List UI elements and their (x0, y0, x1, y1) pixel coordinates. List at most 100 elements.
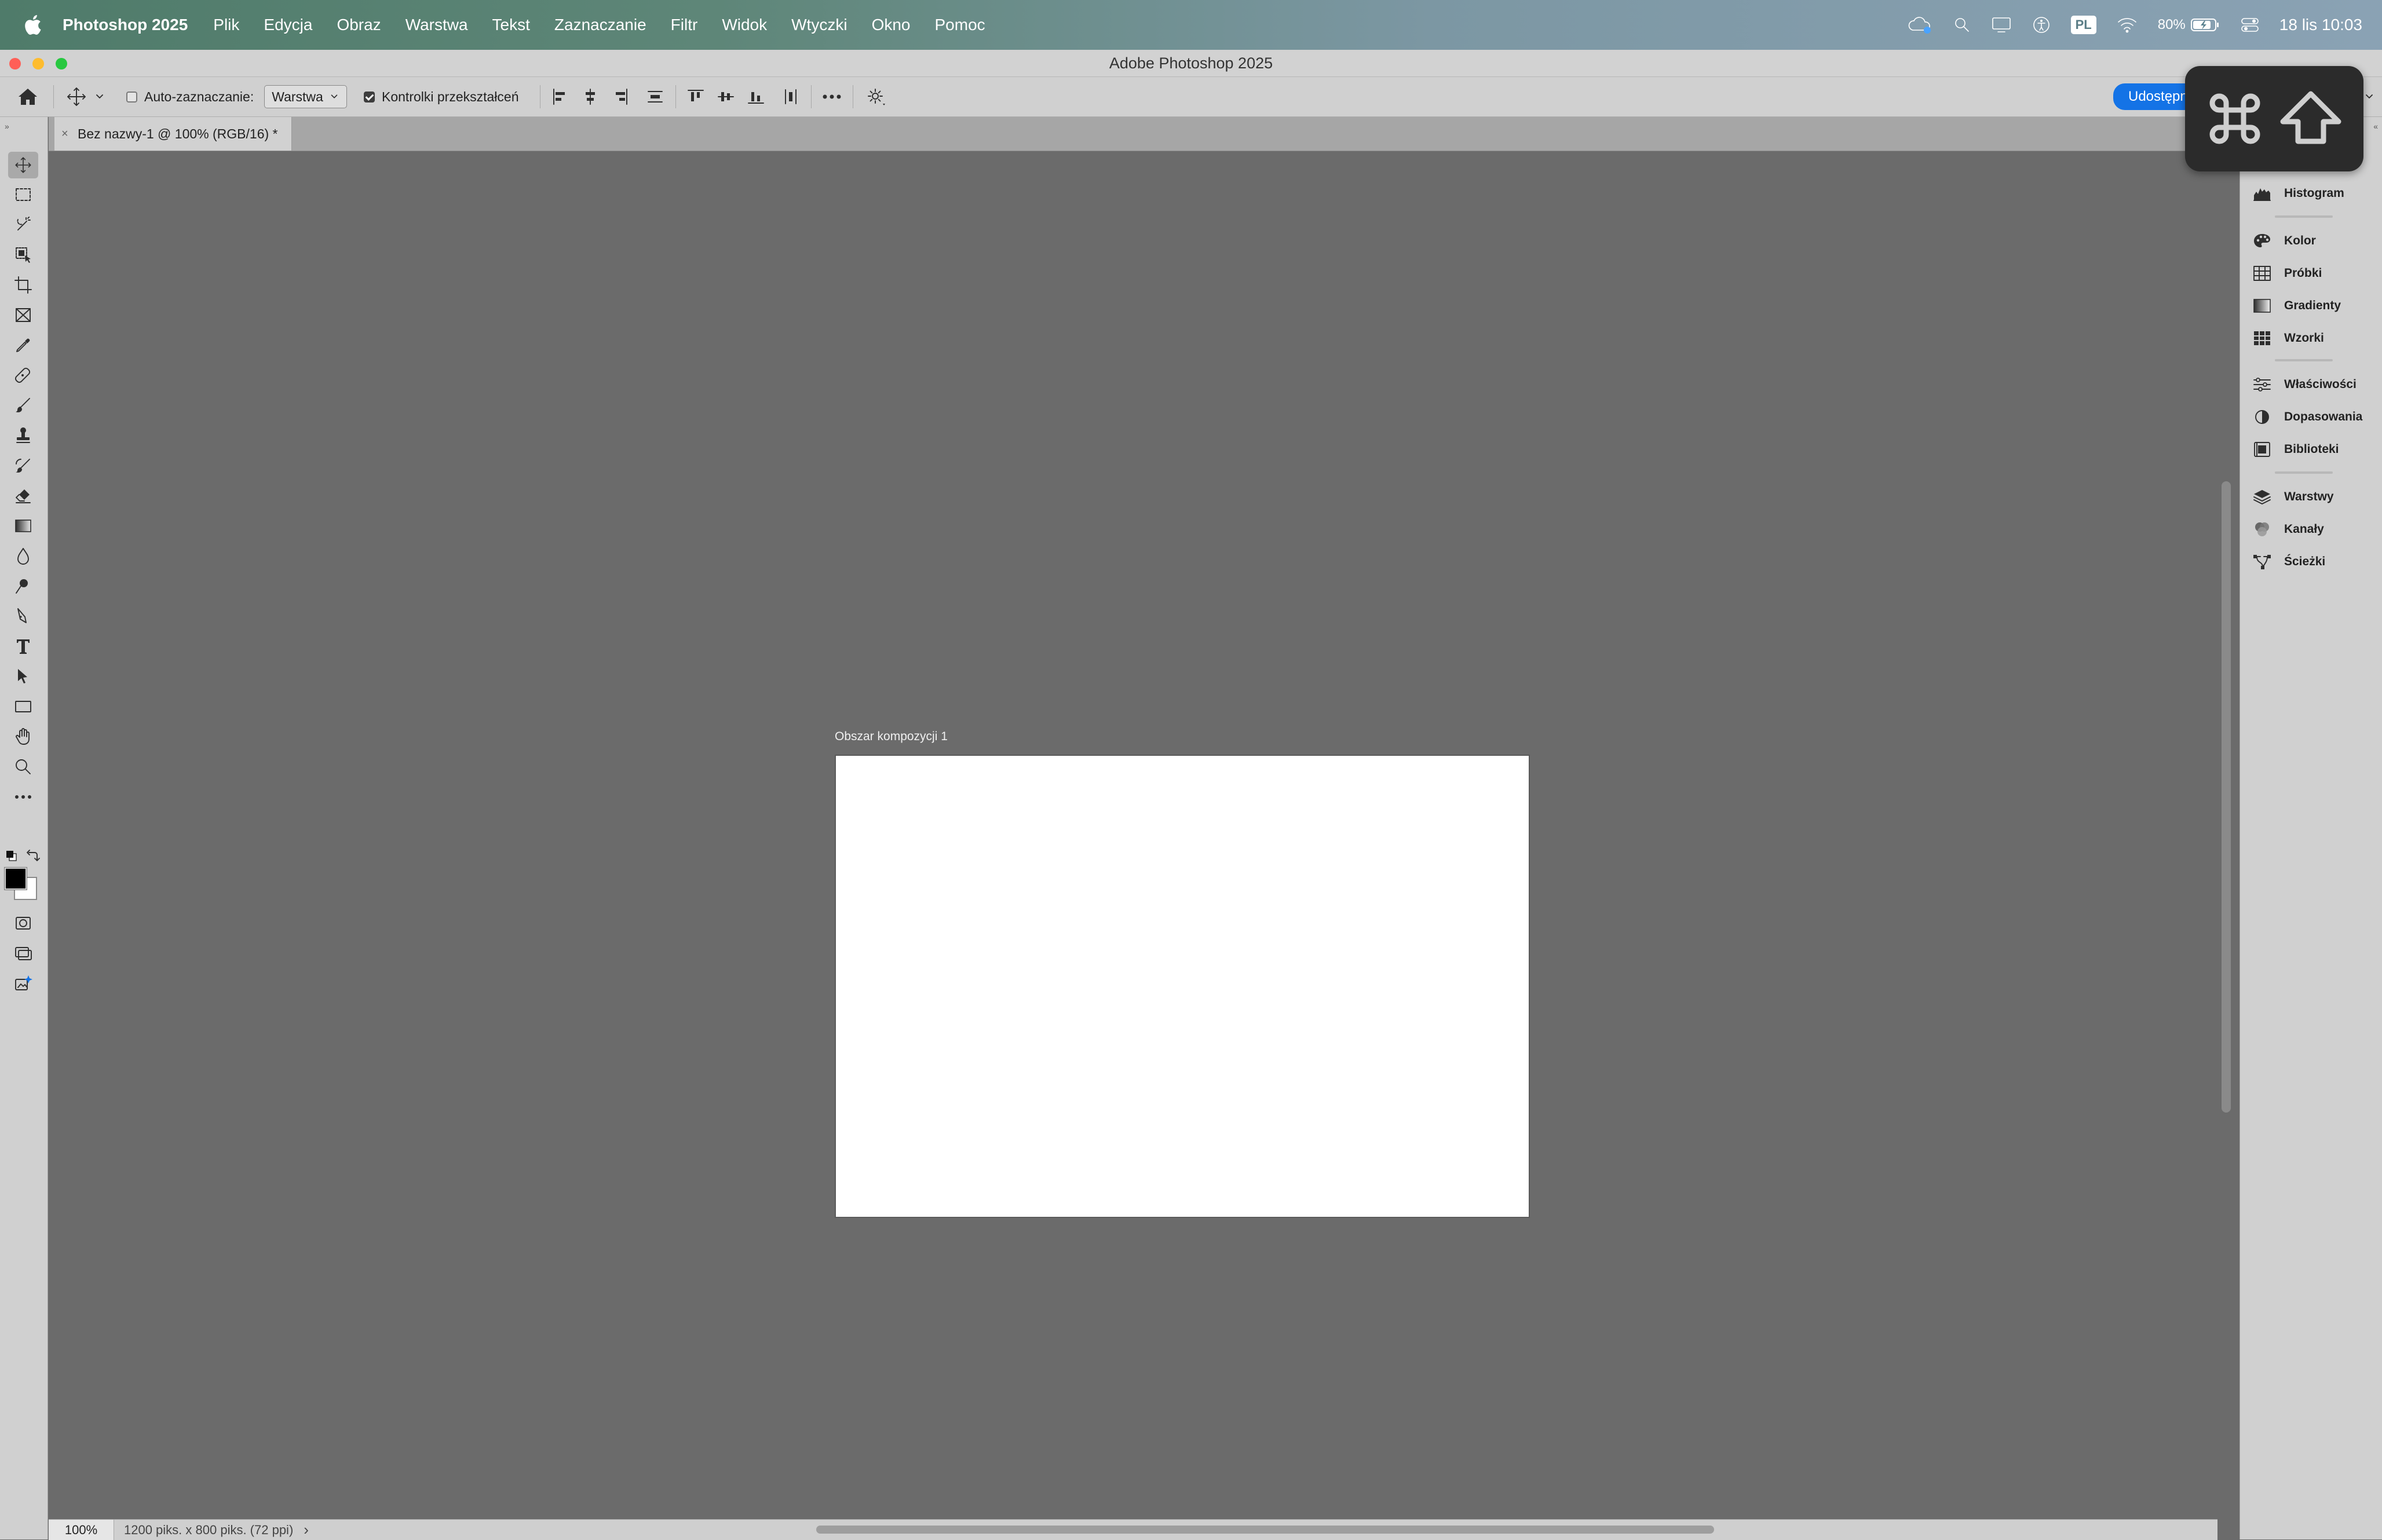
blur-tool[interactable] (12, 544, 35, 568)
window-close-button[interactable] (9, 58, 21, 69)
edit-toolbar-button[interactable] (12, 785, 35, 809)
macos-menu-bar: Photoshop 2025 Plik Edycja Obraz Warstwa… (0, 0, 2382, 50)
object-select-tool[interactable] (12, 243, 35, 266)
eraser-tool[interactable] (12, 484, 35, 507)
panel-patterns[interactable]: Wzorki (2252, 325, 2324, 351)
menu-plik[interactable]: Plik (213, 16, 239, 34)
vertical-scrollbar[interactable] (2219, 151, 2236, 1519)
spot-healing-brush-tool[interactable] (12, 364, 35, 387)
foreground-color-swatch[interactable] (4, 867, 27, 890)
frame-tool[interactable] (12, 303, 35, 327)
panel-gradients[interactable]: Gradienty (2252, 293, 2341, 319)
menubar-clock[interactable]: 18 lis 10:03 (2279, 16, 2362, 34)
menu-filtr[interactable]: Filtr (671, 16, 698, 34)
auto-select-target-dropdown[interactable]: Warstwa (264, 85, 347, 108)
menu-zaznaczanie[interactable]: Zaznaczanie (554, 16, 646, 34)
color-palette-icon (2252, 231, 2273, 251)
canvas-workspace[interactable]: Obszar kompozycji 1 (49, 151, 2217, 1519)
control-center-icon[interactable] (2240, 16, 2260, 34)
menu-warstwa[interactable]: Warstwa (405, 16, 468, 34)
toolbar-collapse-icon[interactable]: » (5, 122, 9, 131)
transform-controls-label: Kontrolki przekształceń (382, 89, 519, 104)
settings-button[interactable] (865, 77, 886, 116)
align-left-button[interactable] (550, 77, 570, 116)
panel-adjustments[interactable]: Dopasowania (2252, 404, 2362, 430)
panel-properties[interactable]: Właściwości (2252, 372, 2357, 397)
panel-paths[interactable]: Ścieżki (2252, 549, 2325, 575)
panel-collapse-toggle[interactable] (2363, 77, 2375, 116)
zoom-tool[interactable] (12, 755, 35, 778)
marquee-icon (16, 188, 31, 201)
align-horizontal-centers-button[interactable] (580, 77, 600, 116)
object-selection-tool[interactable] (12, 213, 35, 236)
brush-tool[interactable] (12, 394, 35, 417)
distribute-horizontal-button[interactable] (781, 77, 801, 116)
share-button[interactable]: Udostępnij (2113, 83, 2185, 110)
clone-stamp-tool[interactable] (12, 424, 35, 447)
dock-expand-icon[interactable]: « (2373, 122, 2378, 131)
window-maximize-button[interactable] (56, 58, 67, 69)
document-tab[interactable]: × Bez nazwy-1 @ 100% (RGB/16) * (54, 117, 293, 151)
zoom-level-field[interactable]: 100% (49, 1520, 114, 1540)
align-bottom-button[interactable] (746, 77, 766, 116)
panel-libraries[interactable]: Biblioteki (2252, 437, 2339, 462)
home-button[interactable] (10, 77, 45, 116)
panel-channels[interactable]: Kanały (2252, 517, 2324, 542)
swap-colors-button[interactable] (25, 848, 41, 863)
menu-okno[interactable]: Okno (872, 16, 911, 34)
panel-layers[interactable]: Warstwy (2252, 484, 2334, 510)
pen-tool[interactable] (12, 605, 35, 628)
align-top-button[interactable] (686, 77, 706, 116)
align-right-button[interactable] (611, 77, 630, 116)
wifi-icon[interactable] (2116, 16, 2138, 34)
artboard-canvas[interactable] (835, 755, 1530, 1218)
clone-stamp-icon (16, 427, 30, 443)
paths-icon (2252, 551, 2273, 572)
display-icon[interactable] (1991, 16, 2012, 34)
rectangular-marquee-tool[interactable] (12, 183, 35, 206)
crop-tool[interactable] (12, 273, 35, 297)
screen-mode-button[interactable] (12, 942, 35, 965)
more-options-button[interactable] (820, 77, 843, 116)
transform-controls-checkbox[interactable] (364, 91, 375, 103)
move-tool-preset-picker[interactable] (65, 77, 105, 116)
vertical-scrollbar-thumb[interactable] (2222, 481, 2231, 1113)
panel-color[interactable]: Kolor (2252, 228, 2316, 254)
quick-mask-button[interactable] (12, 912, 35, 935)
distribute-vertical-button[interactable] (645, 77, 665, 116)
align-vertical-centers-button[interactable] (716, 77, 736, 116)
artboard-label[interactable]: Obszar kompozycji 1 (835, 730, 948, 744)
hand-tool[interactable] (12, 725, 35, 748)
path-selection-tool[interactable] (12, 665, 35, 688)
history-brush-tool[interactable] (12, 454, 35, 477)
spotlight-search-icon[interactable] (1953, 16, 1971, 34)
menu-pomoc[interactable]: Pomoc (935, 16, 985, 34)
type-tool[interactable] (12, 635, 35, 658)
horizontal-scrollbar-thumb[interactable] (816, 1526, 1714, 1534)
app-menu-name[interactable]: Photoshop 2025 (63, 16, 188, 34)
auto-select-checkbox[interactable] (126, 91, 137, 103)
input-source-badge[interactable]: PL (2070, 16, 2096, 34)
rectangle-tool[interactable] (12, 695, 35, 718)
menu-widok[interactable]: Widok (722, 16, 767, 34)
panel-swatches[interactable]: Próbki (2252, 261, 2322, 286)
gradients-icon (2252, 295, 2273, 316)
generative-ai-button[interactable] (12, 972, 35, 995)
move-tool[interactable] (8, 152, 38, 178)
apple-icon[interactable] (21, 12, 46, 38)
menu-wtyczki[interactable]: Wtyczki (791, 16, 847, 34)
panel-histogram[interactable]: Histogram (2252, 181, 2344, 206)
status-info-menu-arrow[interactable]: › (304, 1521, 309, 1539)
gradient-tool[interactable] (12, 514, 35, 537)
close-tab-icon[interactable]: × (61, 127, 68, 141)
battery-status[interactable]: 80% (2158, 17, 2220, 33)
accessibility-icon[interactable] (2032, 15, 2051, 35)
creative-cloud-status-icon[interactable] (1908, 15, 1933, 35)
eyedropper-tool[interactable] (12, 334, 35, 357)
menu-edycja[interactable]: Edycja (264, 16, 312, 34)
window-minimize-button[interactable] (32, 58, 44, 69)
menu-tekst[interactable]: Tekst (492, 16, 530, 34)
dodge-tool[interactable] (12, 575, 35, 598)
default-colors-button[interactable] (5, 849, 19, 863)
menu-obraz[interactable]: Obraz (337, 16, 381, 34)
